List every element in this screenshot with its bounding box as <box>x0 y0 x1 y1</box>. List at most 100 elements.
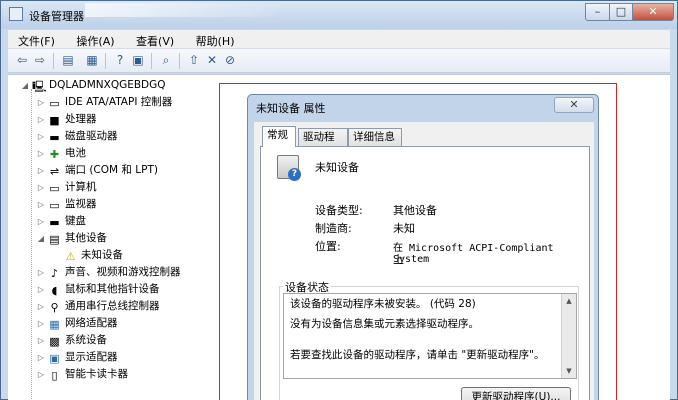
scroll-down-icon[interactable]: ▼ <box>564 366 574 376</box>
tree-item-label: 电池 <box>65 147 86 159</box>
location-value: 在 Microsoft ACPI-Compliant System <box>393 243 554 265</box>
tree-item-display[interactable]: ▷ ▣ 显示适配器 <box>36 349 118 365</box>
device-status-textbox[interactable]: 该设备的驱动程序未被安装。 (代码 28) 没有为设备信息集或元素选择驱动程序。… <box>283 293 577 379</box>
view-icon[interactable]: ▣ <box>130 53 146 68</box>
system-device-icon: ▩ <box>49 335 60 348</box>
tree-item-mouse[interactable]: ▷ ◖ 鼠标和其他指针设备 <box>36 281 160 297</box>
expand-arrow-icon[interactable]: ▷ <box>36 129 46 145</box>
tree-item-usb[interactable]: ▷ ⚲ 通用串行总线控制器 <box>36 298 160 314</box>
status-line: 没有为设备信息集或元素选择驱动程序。 <box>290 318 479 330</box>
location-value-continued: 上 <box>393 253 404 266</box>
dialog-body: 常规 驱动程序 详细信息 ? 未知设备 设备类型: 其他设备 制造商: 未知 位… <box>254 122 594 400</box>
dialog-close-button[interactable]: ✕ <box>554 97 594 113</box>
expand-arrow-icon[interactable]: ▷ <box>36 265 46 281</box>
unknown-device-icon: ? <box>277 155 301 181</box>
disable-icon[interactable]: ⊘ <box>222 53 238 68</box>
tree-item-keyboard[interactable]: ▷ ▬ 键盘 <box>36 213 86 229</box>
unknown-device-warning-icon: ⚠ <box>65 250 76 263</box>
minimize-button[interactable]: – <box>585 3 610 21</box>
monitor-icon: ▭ <box>49 199 60 212</box>
tree-item-battery[interactable]: ▷ ✚ 电池 <box>36 145 86 161</box>
tree-item-smart-card[interactable]: ▷ ▯ 智能卡读卡器 <box>36 366 128 382</box>
device-manager-app-icon <box>9 7 23 21</box>
tree-item-processor[interactable]: ▷ ■ 处理器 <box>36 111 97 127</box>
tree-item-label: 处理器 <box>65 113 97 125</box>
tree-item-label: 网络适配器 <box>65 317 118 329</box>
manufacturer-label: 制造商: <box>315 222 352 235</box>
tree-root[interactable]: ◢ 🖳 DQLADMNXQGEBDGQ <box>20 77 166 93</box>
update-driver-icon[interactable]: ⇧ <box>186 53 202 68</box>
back-icon[interactable]: ⇦ <box>14 53 30 68</box>
computer-icon: ▭ <box>49 182 60 195</box>
menu-file[interactable]: 文件(F) <box>8 30 55 49</box>
expand-arrow-icon[interactable]: ▷ <box>36 333 46 349</box>
tree-item-unknown-device[interactable]: ⚠ 未知设备 <box>52 247 123 263</box>
expand-arrow-icon[interactable]: ▷ <box>36 146 46 162</box>
scroll-up-icon[interactable]: ▲ <box>564 296 574 306</box>
menu-action[interactable]: 操作(A) <box>66 30 114 49</box>
collapse-arrow-icon[interactable]: ◢ <box>20 78 30 94</box>
usb-icon: ⚲ <box>50 301 59 314</box>
expand-arrow-icon[interactable]: ▷ <box>36 95 46 111</box>
menu-view[interactable]: 查看(V) <box>126 30 174 49</box>
tree-guide-line <box>31 89 32 399</box>
toolbar-separator <box>179 53 180 69</box>
expand-arrow-icon[interactable]: ▷ <box>36 214 46 230</box>
tree-item-sound[interactable]: ▷ ♪ 声音、视频和游戏控制器 <box>36 264 181 280</box>
expand-arrow-icon[interactable]: ▷ <box>36 197 46 213</box>
close-button[interactable]: ✕ <box>632 3 674 21</box>
menu-help[interactable]: 帮助(H) <box>186 30 235 49</box>
expand-arrow-icon[interactable]: ▷ <box>36 112 46 128</box>
tab-details[interactable]: 详细信息 <box>348 128 402 146</box>
dialog-title: 未知设备 属性 <box>256 102 326 115</box>
status-scrollbar[interactable]: ▲ ▼ <box>561 294 576 378</box>
tab-driver[interactable]: 驱动程序 <box>298 128 348 159</box>
tree-item-label: 鼠标和其他指针设备 <box>65 283 160 295</box>
toolbar-separator <box>105 53 106 69</box>
ide-controller-icon: ▭ <box>49 97 60 110</box>
help-icon[interactable]: ? <box>112 53 128 68</box>
port-icon: ⇌ <box>49 165 60 178</box>
computer-root-icon: 🖳 <box>32 80 47 93</box>
expand-arrow-icon[interactable]: ▷ <box>36 163 46 179</box>
tree-item-label: 系统设备 <box>65 334 107 346</box>
tree-item-disk[interactable]: ▷ ▬ 磁盘驱动器 <box>36 128 118 144</box>
display-adapter-icon: ▣ <box>49 352 60 365</box>
expand-arrow-icon[interactable]: ▷ <box>36 299 46 315</box>
expand-arrow-icon[interactable]: ▷ <box>36 367 46 383</box>
maximize-button[interactable]: □ <box>609 3 633 21</box>
general-tab-page: ? 未知设备 设备类型: 其他设备 制造商: 未知 位置: 在 Microsof… <box>260 146 590 400</box>
device-name: 未知设备 <box>315 161 359 174</box>
expand-arrow-icon[interactable]: ▷ <box>36 282 46 298</box>
forward-icon[interactable]: ⇨ <box>32 53 48 68</box>
toolbar-separator <box>151 53 152 69</box>
expand-arrow-icon[interactable]: ▷ <box>36 350 46 366</box>
uninstall-icon[interactable]: ✕ <box>204 53 220 68</box>
tree-item-label: 磁盘驱动器 <box>65 130 118 142</box>
tree-item-label: 监视器 <box>65 198 97 210</box>
device-type-label: 设备类型: <box>315 204 363 217</box>
network-adapter-icon: ▦ <box>49 318 60 331</box>
expand-arrow-icon[interactable]: ▷ <box>36 180 46 196</box>
expand-arrow-icon[interactable]: ▷ <box>36 316 46 332</box>
window-title: 设备管理器 <box>29 10 84 23</box>
show-hide-icon[interactable]: ▤ <box>60 53 76 68</box>
tree-item-label: 智能卡读卡器 <box>65 368 128 380</box>
update-driver-button[interactable]: 更新驱动程序(U)... <box>461 387 571 400</box>
tree-item-system[interactable]: ▷ ▩ 系统设备 <box>36 332 107 348</box>
collapse-arrow-icon[interactable]: ◢ <box>36 231 46 247</box>
scan-hardware-icon[interactable]: ⌕ <box>158 53 174 68</box>
title-bar[interactable]: 设备管理器 – □ ✕ <box>1 1 677 29</box>
tree-item-monitor[interactable]: ▷ ▭ 监视器 <box>36 196 97 212</box>
properties-icon[interactable]: ▦ <box>84 53 100 68</box>
tree-item-other-devices[interactable]: ◢ ▤ 其他设备 <box>36 230 107 246</box>
tree-item-port[interactable]: ▷ ⇌ 端口 (COM 和 LPT) <box>36 162 158 178</box>
tab-general[interactable]: 常规 <box>262 126 296 147</box>
tree-item-label: 端口 (COM 和 LPT) <box>65 164 158 176</box>
tree-item-computer[interactable]: ▷ ▭ 计算机 <box>36 179 97 195</box>
tree-item-ide[interactable]: ▷ ▭ IDE ATA/ATAPI 控制器 <box>36 94 172 110</box>
tree-item-label: IDE ATA/ATAPI 控制器 <box>65 96 173 108</box>
smart-card-reader-icon: ▯ <box>51 369 58 382</box>
properties-dialog: 未知设备 属性 ✕ 常规 驱动程序 详细信息 ? 未知设备 设备类型: 其他设备… <box>247 94 599 400</box>
tree-item-network[interactable]: ▷ ▦ 网络适配器 <box>36 315 118 331</box>
